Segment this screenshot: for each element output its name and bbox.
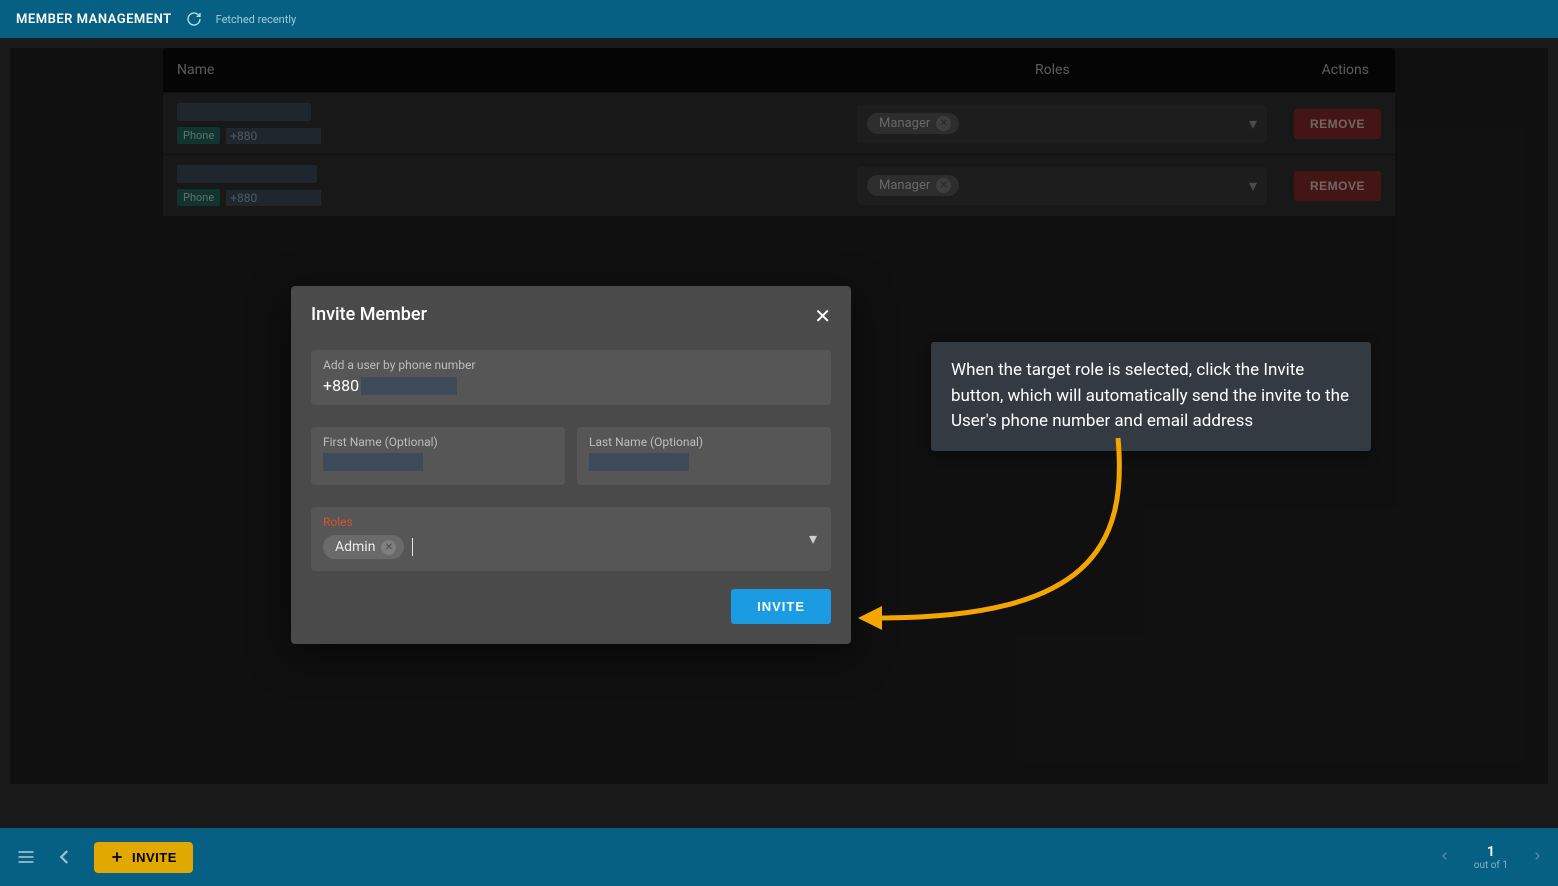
text-cursor xyxy=(412,538,413,556)
page-next-icon[interactable] xyxy=(1532,848,1542,867)
modal-header: Invite Member ✕ xyxy=(311,304,831,328)
bottombar-left: INVITE xyxy=(16,842,193,873)
last-name-label: Last Name (Optional) xyxy=(589,435,819,449)
page-title: MEMBER MANAGEMENT xyxy=(16,12,172,27)
phone-input-prefix: +880 xyxy=(323,376,359,395)
bottombar: INVITE 1 out of 1 xyxy=(0,828,1558,886)
fetch-status: Fetched recently xyxy=(216,13,297,26)
redacted-input xyxy=(361,377,457,395)
help-callout: When the target role is selected, click … xyxy=(931,342,1371,451)
page-indicator: 1 out of 1 xyxy=(1474,844,1508,871)
invite-footer-label: INVITE xyxy=(132,850,177,865)
invite-button[interactable]: INVITE xyxy=(731,589,831,624)
modal-title: Invite Member xyxy=(311,304,427,325)
page-number: 1 xyxy=(1474,844,1508,860)
content-area: Name Roles Actions Phone +880 Manager xyxy=(10,48,1548,784)
modal-footer: INVITE xyxy=(311,589,831,624)
chip-remove-icon[interactable]: ✕ xyxy=(381,540,396,555)
redacted-input xyxy=(589,453,689,471)
topbar: MEMBER MANAGEMENT Fetched recently xyxy=(0,0,1558,38)
roles-field-label: Roles xyxy=(323,515,819,529)
bottombar-right: 1 out of 1 xyxy=(1440,844,1542,871)
phone-field-label: Add a user by phone number xyxy=(323,358,819,372)
back-icon[interactable] xyxy=(56,848,74,866)
roles-chip-row: Admin ✕ xyxy=(323,535,819,559)
invite-member-modal: Invite Member ✕ Add a user by phone numb… xyxy=(291,286,851,644)
chevron-down-icon[interactable]: ▾ xyxy=(809,529,817,548)
redacted-input xyxy=(323,453,423,471)
name-fields: First Name (Optional) Last Name (Optiona… xyxy=(311,427,831,485)
page-prev-icon[interactable] xyxy=(1440,848,1450,867)
first-name-label: First Name (Optional) xyxy=(323,435,553,449)
page-total: out of 1 xyxy=(1474,860,1508,871)
first-name-field[interactable]: First Name (Optional) xyxy=(311,427,565,485)
roles-field[interactable]: Roles Admin ✕ ▾ xyxy=(311,507,831,571)
role-chip-label: Admin xyxy=(335,539,375,555)
invite-footer-button[interactable]: INVITE xyxy=(94,842,193,873)
phone-input[interactable]: +880 xyxy=(323,376,819,395)
role-chip[interactable]: Admin ✕ xyxy=(323,535,404,559)
last-name-field[interactable]: Last Name (Optional) xyxy=(577,427,831,485)
refresh-icon[interactable] xyxy=(186,11,202,27)
phone-field[interactable]: Add a user by phone number +880 xyxy=(311,350,831,405)
menu-icon[interactable] xyxy=(16,847,36,867)
close-icon[interactable]: ✕ xyxy=(814,304,831,328)
